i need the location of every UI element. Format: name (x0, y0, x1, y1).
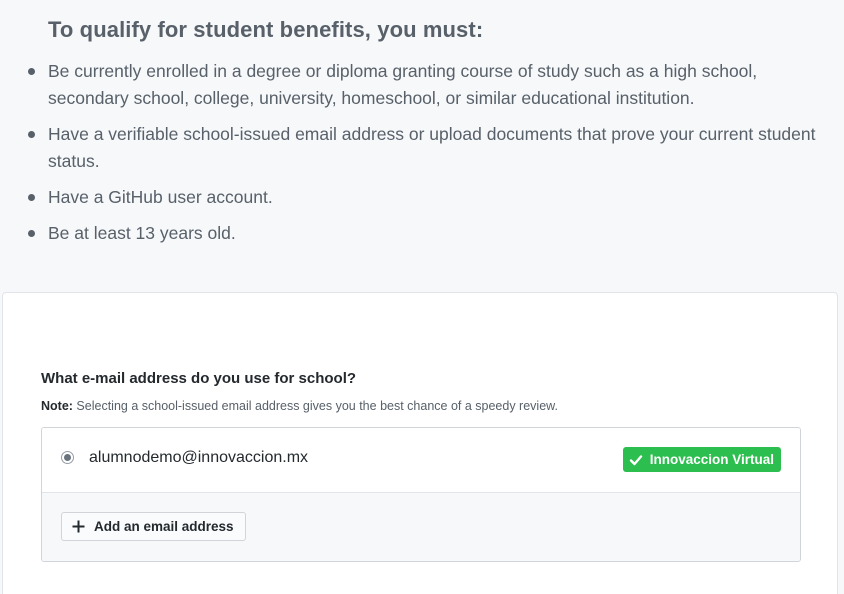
requirements-list: Be currently enrolled in a degree or dip… (0, 58, 820, 256)
email-radio-button[interactable] (61, 451, 74, 464)
bullet-icon (28, 194, 35, 201)
school-email-note: Note: Selecting a school-issued email ad… (41, 399, 558, 413)
email-list: alumnodemo@innovaccion.mx Innovaccion Vi… (41, 427, 801, 562)
requirement-text: Have a GitHub user account. (48, 187, 273, 207)
note-label: Note: (41, 399, 73, 413)
requirement-text: Have a verifiable school-issued email ad… (48, 124, 816, 171)
bullet-icon (28, 131, 35, 138)
requirement-item: Have a GitHub user account. (0, 184, 820, 211)
requirement-item: Be currently enrolled in a degree or dip… (0, 58, 820, 112)
note-text: Selecting a school-issued email address … (72, 399, 558, 413)
bullet-icon (28, 68, 35, 75)
bullet-icon (28, 230, 35, 237)
plus-icon (72, 520, 85, 533)
add-email-row: Add an email address (42, 493, 800, 561)
requirements-heading: To qualify for student benefits, you mus… (48, 17, 484, 42)
email-option-row[interactable]: alumnodemo@innovaccion.mx Innovaccion Vi… (42, 428, 800, 493)
school-name: Innovaccion Virtual (649, 452, 774, 467)
add-email-button[interactable]: Add an email address (61, 512, 246, 541)
school-email-card: What e-mail address do you use for schoo… (2, 292, 838, 594)
requirement-item: Have a verifiable school-issued email ad… (0, 121, 820, 175)
school-email-question: What e-mail address do you use for schoo… (41, 370, 357, 387)
requirement-item: Be at least 13 years old. (0, 220, 820, 247)
email-address: alumnodemo@innovaccion.mx (89, 449, 309, 466)
student-benefits-page: To qualify for student benefits, you mus… (0, 0, 844, 594)
requirement-text: Be currently enrolled in a degree or dip… (48, 61, 758, 108)
check-icon (629, 454, 642, 465)
requirement-text: Be at least 13 years old. (48, 223, 236, 243)
add-email-label: Add an email address (94, 519, 234, 534)
school-verified-badge: Innovaccion Virtual (622, 447, 781, 472)
